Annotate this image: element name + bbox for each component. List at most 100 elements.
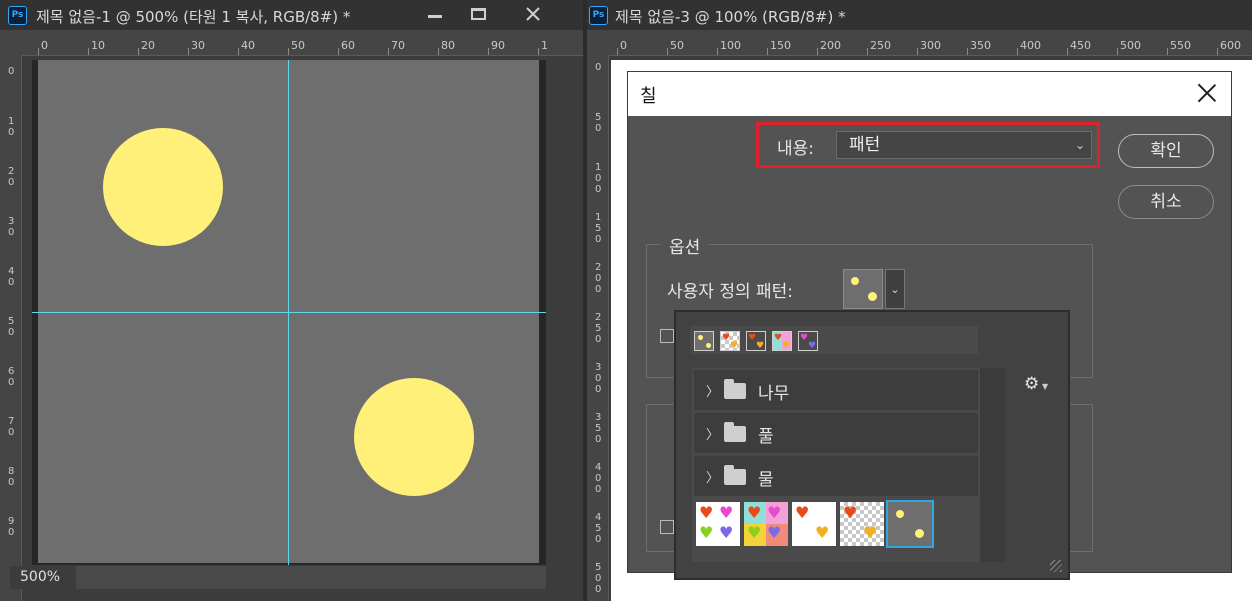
ruler-label: 0 [620, 39, 627, 52]
gear-icon[interactable]: ⚙ [1024, 374, 1039, 394]
ruler-label: 90 [491, 39, 505, 52]
custom-pattern-preview[interactable] [843, 269, 883, 309]
cancel-button[interactable]: 취소 [1118, 185, 1214, 219]
content-dropdown[interactable]: 패턴 ⌄ [836, 131, 1092, 159]
heart-icon: ♥ [719, 523, 734, 542]
heart-icon: ♥ [808, 341, 817, 351]
pattern-thumbnail[interactable]: ♥ ♥ [792, 502, 836, 546]
horizontal-guide[interactable] [32, 312, 546, 313]
heart-icon: ♥ [774, 333, 783, 343]
heart-icon: ♥ [782, 341, 791, 351]
pattern-thumbnail[interactable]: ♥ ♥ ♥ ♥ [744, 502, 788, 546]
ruler-tick [88, 48, 89, 55]
pattern-dot [698, 335, 703, 340]
ruler-label: 100 [720, 39, 741, 52]
ruler-corner[interactable] [0, 30, 22, 56]
heart-icon: ♥ [722, 333, 731, 343]
ruler-tick [188, 48, 189, 55]
dialog-header[interactable]: 칠 [628, 72, 1231, 116]
option-checkbox[interactable] [660, 520, 674, 534]
ruler-label: 50 [595, 112, 602, 134]
recent-pattern-swatch[interactable]: ♥ ♥ [746, 331, 766, 351]
horizontal-ruler[interactable]: 0 50 100 150 200 250 300 350 400 450 500 550 600 [609, 30, 1252, 56]
ruler-label: 400 [1020, 39, 1041, 52]
content-value: 패턴 [849, 135, 881, 155]
heart-icon: ♥ [800, 333, 809, 343]
vertical-ruler[interactable]: 0 10 20 30 40 50 60 70 80 90 [0, 56, 22, 601]
ruler-label: 250 [870, 39, 891, 52]
folder-icon [724, 422, 746, 442]
ruler-label: 450 [1070, 39, 1091, 52]
folder-icon [724, 379, 746, 399]
pattern-thumbnail-selected[interactable] [886, 500, 934, 548]
ruler-tick [917, 48, 918, 55]
ruler-label: 150 [770, 39, 791, 52]
ruler-label: 1 [541, 39, 548, 52]
pattern-thumbnail[interactable]: ♥ ♥ ♥ ♥ [696, 502, 740, 546]
recent-pattern-swatch[interactable]: ♥ ♥ [772, 331, 792, 351]
zoom-level[interactable]: 500% [10, 566, 76, 589]
close-icon[interactable] [1197, 82, 1217, 102]
heart-icon: ♥ [843, 503, 858, 522]
vertical-ruler[interactable]: 0 50 100 150 200 250 300 350 400 450 500 [587, 56, 609, 601]
ruler-label: 0 [8, 66, 15, 77]
ellipse-shape[interactable] [103, 128, 223, 246]
ok-button[interactable]: 확인 [1118, 134, 1214, 168]
pattern-folder-row[interactable]: 〉 나무 [694, 370, 978, 410]
ruler-tick [288, 48, 289, 55]
chevron-right-icon[interactable]: 〉 [706, 381, 719, 400]
ruler-label: 550 [1170, 39, 1191, 52]
folder-name: 풀 [758, 427, 774, 447]
heart-icon: ♥ [815, 523, 830, 542]
option-checkbox[interactable] [660, 329, 674, 343]
ruler-label: 30 [191, 39, 205, 52]
minimize-button[interactable] [412, 0, 458, 30]
ruler-label: 80 [8, 466, 15, 488]
ruler-label: 50 [670, 39, 684, 52]
pattern-folder-row[interactable]: 〉 풀 [694, 413, 978, 453]
ruler-tick [1067, 48, 1068, 55]
pattern-folder-row[interactable]: 〉 물 [694, 456, 978, 496]
ruler-tick [238, 48, 239, 55]
ruler-label: 50 [8, 316, 15, 338]
ruler-label: 10 [91, 39, 105, 52]
recent-pattern-swatch[interactable]: ♥ ♥ [798, 331, 818, 351]
ruler-label: 250 [595, 312, 602, 345]
maximize-button[interactable] [456, 0, 502, 30]
ruler-tick [1167, 48, 1168, 55]
resize-handle-icon[interactable] [1050, 560, 1062, 572]
heart-icon: ♥ [719, 503, 734, 522]
title-bar[interactable]: Ps 제목 없음-1 @ 500% (타원 1 복사, RGB/8#) * [0, 0, 583, 30]
ellipse-shape-copy[interactable] [354, 378, 474, 496]
ruler-label: 70 [8, 416, 15, 438]
ruler-label: 50 [291, 39, 305, 52]
pattern-thumbnail[interactable]: ♥ ♥ [840, 502, 884, 546]
pattern-dot [868, 292, 877, 301]
ruler-tick [1017, 48, 1018, 55]
pattern-dot [896, 510, 904, 518]
chevron-right-icon[interactable]: 〉 [706, 424, 719, 443]
minimize-icon [428, 15, 442, 18]
ruler-tick [767, 48, 768, 55]
heart-icon: ♥ [795, 503, 810, 522]
recent-pattern-swatch[interactable] [694, 331, 714, 351]
chevron-down-icon: ⌄ [890, 283, 900, 296]
horizontal-ruler[interactable]: 0 10 20 30 40 50 60 70 80 90 1 [22, 30, 583, 56]
ruler-label: 150 [595, 212, 602, 245]
ruler-label: 350 [595, 412, 602, 445]
ruler-label: 30 [8, 216, 15, 238]
chevron-right-icon[interactable]: 〉 [706, 467, 719, 486]
dialog-title: 칠 [640, 86, 657, 107]
pattern-dot [706, 343, 711, 348]
ruler-label: 20 [8, 166, 15, 188]
recent-pattern-swatch[interactable]: ♥ ♥ [720, 331, 740, 351]
pattern-picker-popup: ♥ ♥ ♥ ♥ ♥ ♥ ♥ ♥ ⚙ ▼ 〉 나무 〉 풀 〉 물 ♥ ♥ ♥ ♥… [674, 310, 1070, 580]
ruler-tick [1217, 48, 1218, 55]
ruler-label: 200 [820, 39, 841, 52]
title-bar[interactable]: Ps 제목 없음-3 @ 100% (RGB/8#) * [587, 0, 1252, 30]
close-button[interactable] [510, 0, 556, 30]
ruler-corner[interactable] [587, 30, 609, 56]
pattern-list-scrollbar[interactable] [980, 368, 1006, 562]
ruler-tick [138, 48, 139, 55]
pattern-dropdown-toggle[interactable]: ⌄ [885, 269, 905, 309]
